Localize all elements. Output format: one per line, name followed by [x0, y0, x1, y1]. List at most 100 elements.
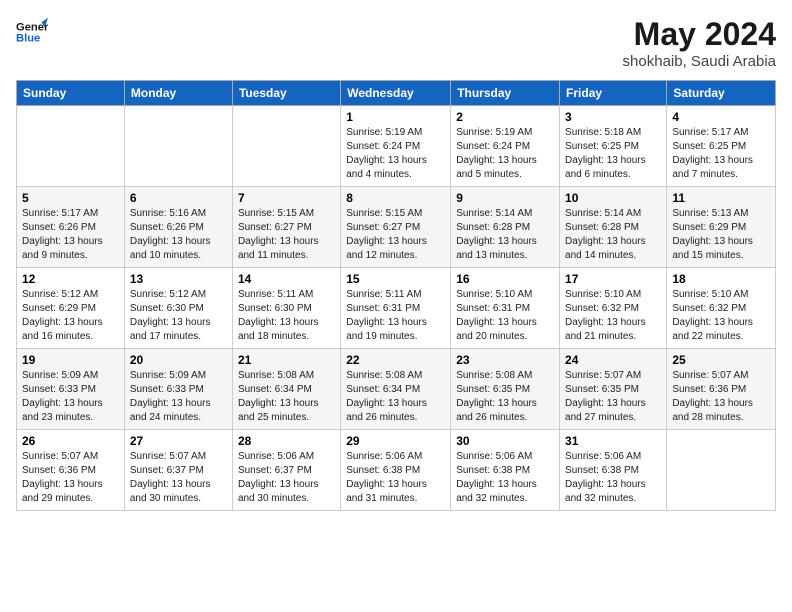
day-info: Sunrise: 5:10 AM Sunset: 6:32 PM Dayligh…: [672, 288, 770, 344]
weekday-header: Friday: [560, 81, 667, 106]
calendar-table: SundayMondayTuesdayWednesdayThursdayFrid…: [16, 80, 776, 511]
calendar-week-row: 1 Sunrise: 5:19 AM Sunset: 6:24 PM Daylig…: [17, 106, 776, 187]
calendar-cell: 27Sunrise: 5:07 AM Sunset: 6:37 PM Dayli…: [124, 430, 232, 511]
day-info: Sunrise: 5:06 AM Sunset: 6:37 PM Dayligh…: [238, 450, 335, 506]
calendar-cell: 4 Sunrise: 5:17 AM Sunset: 6:25 PM Daylig…: [667, 106, 776, 187]
day-info: Sunrise: 5:06 AM Sunset: 6:38 PM Dayligh…: [346, 450, 445, 506]
day-number: 24: [565, 353, 661, 367]
calendar-cell: 29 Sunrise: 5:06 AM Sunset: 6:38 PM Dayli…: [341, 430, 451, 511]
calendar-cell: 3 Sunrise: 5:18 AM Sunset: 6:25 PM Daylig…: [560, 106, 667, 187]
calendar-cell: 18 Sunrise: 5:10 AM Sunset: 6:32 PM Dayli…: [667, 268, 776, 349]
page-header: General Blue May 2024 shokhaib, Saudi Ar…: [16, 16, 776, 70]
day-number: 4: [672, 110, 770, 124]
day-number: 11: [672, 191, 770, 205]
day-number: 7: [238, 191, 335, 205]
calendar-cell: 2 Sunrise: 5:19 AM Sunset: 6:24 PM Daylig…: [451, 106, 560, 187]
weekday-header: Wednesday: [341, 81, 451, 106]
day-info: Sunrise: 5:16 AM Sunset: 6:26 PM Dayligh…: [130, 207, 227, 263]
calendar-cell: 24 Sunrise: 5:07 AM Sunset: 6:35 PM Dayli…: [560, 349, 667, 430]
day-number: 5: [22, 191, 119, 205]
day-info: Sunrise: 5:13 AM Sunset: 6:29 PM Dayligh…: [672, 207, 770, 263]
day-number: 31: [565, 434, 661, 448]
day-info: Sunrise: 5:14 AM Sunset: 6:28 PM Dayligh…: [456, 207, 554, 263]
day-info: Sunrise: 5:10 AM Sunset: 6:32 PM Dayligh…: [565, 288, 661, 344]
day-info: Sunrise: 5:10 AM Sunset: 6:31 PM Dayligh…: [456, 288, 554, 344]
calendar-cell: 7Sunrise: 5:15 AM Sunset: 6:27 PM Daylig…: [232, 187, 340, 268]
day-number: 1: [346, 110, 445, 124]
title-block: May 2024 shokhaib, Saudi Arabia: [623, 16, 776, 70]
day-number: 13: [130, 272, 227, 286]
calendar-week-row: 12Sunrise: 5:12 AM Sunset: 6:29 PM Dayli…: [17, 268, 776, 349]
logo-icon: General Blue: [16, 16, 48, 48]
day-info: Sunrise: 5:18 AM Sunset: 6:25 PM Dayligh…: [565, 126, 661, 182]
location-subtitle: shokhaib, Saudi Arabia: [623, 53, 776, 70]
weekday-header: Sunday: [17, 81, 125, 106]
calendar-cell: 15 Sunrise: 5:11 AM Sunset: 6:31 PM Dayli…: [341, 268, 451, 349]
calendar-cell: 11 Sunrise: 5:13 AM Sunset: 6:29 PM Dayli…: [667, 187, 776, 268]
calendar-week-row: 19 Sunrise: 5:09 AM Sunset: 6:33 PM Dayli…: [17, 349, 776, 430]
calendar-cell: 22 Sunrise: 5:08 AM Sunset: 6:34 PM Dayli…: [341, 349, 451, 430]
day-info: Sunrise: 5:17 AM Sunset: 6:26 PM Dayligh…: [22, 207, 119, 263]
day-info: Sunrise: 5:19 AM Sunset: 6:24 PM Dayligh…: [346, 126, 445, 182]
day-number: 2: [456, 110, 554, 124]
calendar-cell: 23Sunrise: 5:08 AM Sunset: 6:35 PM Dayli…: [451, 349, 560, 430]
calendar-cell: 19 Sunrise: 5:09 AM Sunset: 6:33 PM Dayli…: [17, 349, 125, 430]
month-year-title: May 2024: [623, 16, 776, 53]
day-info: Sunrise: 5:09 AM Sunset: 6:33 PM Dayligh…: [22, 369, 119, 425]
weekday-header: Thursday: [451, 81, 560, 106]
calendar-cell: [232, 106, 340, 187]
day-info: Sunrise: 5:09 AM Sunset: 6:33 PM Dayligh…: [130, 369, 227, 425]
calendar-cell: 13 Sunrise: 5:12 AM Sunset: 6:30 PM Dayli…: [124, 268, 232, 349]
day-info: Sunrise: 5:06 AM Sunset: 6:38 PM Dayligh…: [565, 450, 661, 506]
day-number: 15: [346, 272, 445, 286]
svg-text:Blue: Blue: [16, 33, 40, 45]
day-number: 12: [22, 272, 119, 286]
day-number: 19: [22, 353, 119, 367]
weekday-header-row: SundayMondayTuesdayWednesdayThursdayFrid…: [17, 81, 776, 106]
day-info: Sunrise: 5:07 AM Sunset: 6:36 PM Dayligh…: [672, 369, 770, 425]
day-number: 16: [456, 272, 554, 286]
logo: General Blue: [16, 16, 52, 48]
day-info: Sunrise: 5:07 AM Sunset: 6:35 PM Dayligh…: [565, 369, 661, 425]
day-info: Sunrise: 5:07 AM Sunset: 6:36 PM Dayligh…: [22, 450, 119, 506]
calendar-week-row: 5 Sunrise: 5:17 AM Sunset: 6:26 PM Daylig…: [17, 187, 776, 268]
day-number: 30: [456, 434, 554, 448]
day-info: Sunrise: 5:08 AM Sunset: 6:34 PM Dayligh…: [238, 369, 335, 425]
day-number: 26: [22, 434, 119, 448]
day-number: 3: [565, 110, 661, 124]
weekday-header: Saturday: [667, 81, 776, 106]
calendar-cell: 5 Sunrise: 5:17 AM Sunset: 6:26 PM Daylig…: [17, 187, 125, 268]
calendar-cell: 12Sunrise: 5:12 AM Sunset: 6:29 PM Dayli…: [17, 268, 125, 349]
day-info: Sunrise: 5:08 AM Sunset: 6:34 PM Dayligh…: [346, 369, 445, 425]
day-number: 22: [346, 353, 445, 367]
day-number: 17: [565, 272, 661, 286]
calendar-cell: [667, 430, 776, 511]
day-info: Sunrise: 5:11 AM Sunset: 6:31 PM Dayligh…: [346, 288, 445, 344]
day-info: Sunrise: 5:17 AM Sunset: 6:25 PM Dayligh…: [672, 126, 770, 182]
day-number: 18: [672, 272, 770, 286]
day-info: Sunrise: 5:14 AM Sunset: 6:28 PM Dayligh…: [565, 207, 661, 263]
calendar-cell: 20 Sunrise: 5:09 AM Sunset: 6:33 PM Dayli…: [124, 349, 232, 430]
calendar-cell: 30Sunrise: 5:06 AM Sunset: 6:38 PM Dayli…: [451, 430, 560, 511]
day-info: Sunrise: 5:15 AM Sunset: 6:27 PM Dayligh…: [346, 207, 445, 263]
day-info: Sunrise: 5:11 AM Sunset: 6:30 PM Dayligh…: [238, 288, 335, 344]
day-number: 29: [346, 434, 445, 448]
calendar-cell: 6Sunrise: 5:16 AM Sunset: 6:26 PM Daylig…: [124, 187, 232, 268]
calendar-cell: 1 Sunrise: 5:19 AM Sunset: 6:24 PM Daylig…: [341, 106, 451, 187]
day-number: 21: [238, 353, 335, 367]
day-number: 25: [672, 353, 770, 367]
calendar-cell: 17 Sunrise: 5:10 AM Sunset: 6:32 PM Dayli…: [560, 268, 667, 349]
day-number: 20: [130, 353, 227, 367]
weekday-header: Tuesday: [232, 81, 340, 106]
calendar-cell: 16 Sunrise: 5:10 AM Sunset: 6:31 PM Dayli…: [451, 268, 560, 349]
day-number: 27: [130, 434, 227, 448]
calendar-week-row: 26 Sunrise: 5:07 AM Sunset: 6:36 PM Dayli…: [17, 430, 776, 511]
day-info: Sunrise: 5:19 AM Sunset: 6:24 PM Dayligh…: [456, 126, 554, 182]
calendar-cell: 14Sunrise: 5:11 AM Sunset: 6:30 PM Dayli…: [232, 268, 340, 349]
calendar-cell: 10 Sunrise: 5:14 AM Sunset: 6:28 PM Dayli…: [560, 187, 667, 268]
day-info: Sunrise: 5:08 AM Sunset: 6:35 PM Dayligh…: [456, 369, 554, 425]
day-number: 10: [565, 191, 661, 205]
day-info: Sunrise: 5:12 AM Sunset: 6:30 PM Dayligh…: [130, 288, 227, 344]
calendar-cell: 28Sunrise: 5:06 AM Sunset: 6:37 PM Dayli…: [232, 430, 340, 511]
calendar-cell: [17, 106, 125, 187]
